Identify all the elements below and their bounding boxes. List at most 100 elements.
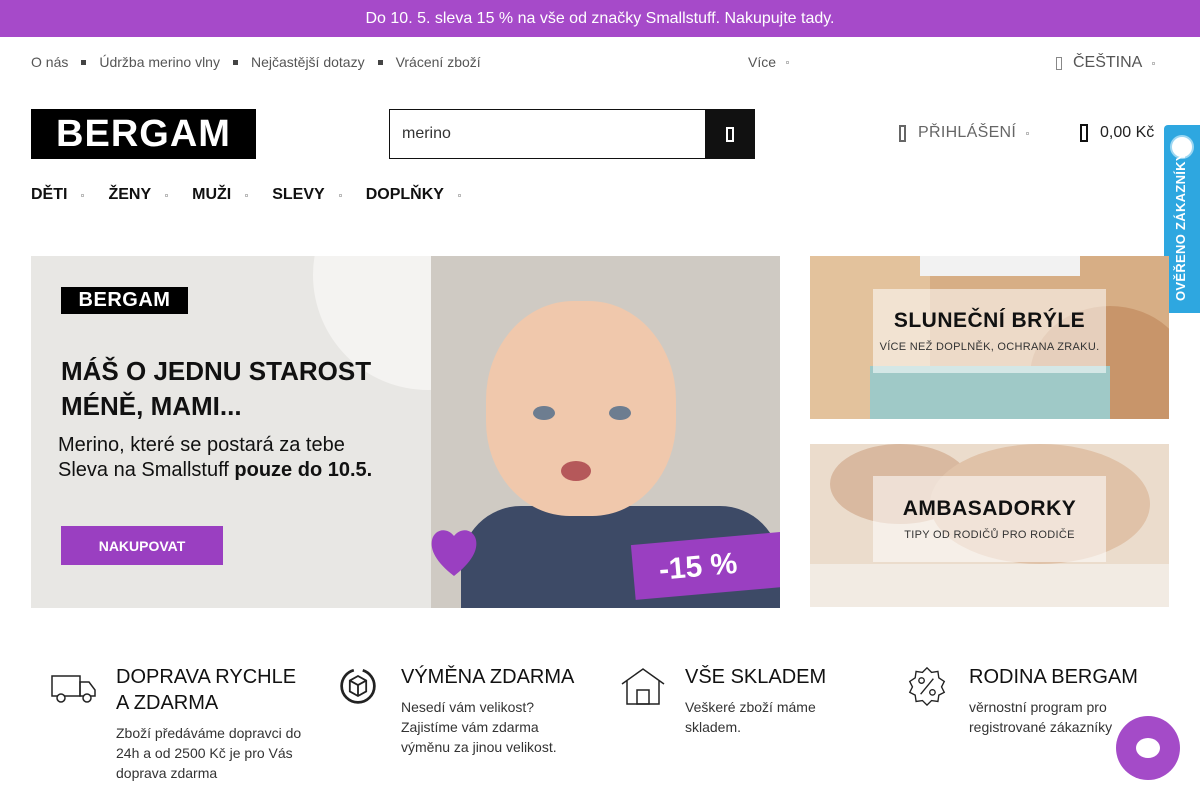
globe-icon [1056,56,1062,70]
feature-desc-line: doprava zdarma [116,765,218,781]
hero-headline: MÁŠ O JEDNU STAROST MÉNĚ, MAMI... [61,354,371,424]
chevron-down-icon [165,193,169,197]
hero-subtext-bold: pouze do 10.5. [234,459,373,481]
link-vraceni-zbozi[interactable]: Vrácení zboží [396,54,481,70]
hero-photo-mouth [561,461,591,481]
warehouse-icon [621,668,665,705]
link-udrzba-merino[interactable]: Údržba merino vlny [99,54,220,70]
chevron-down-icon [457,193,461,197]
feature-title-line: DOPRAVA RYCHLE [116,666,297,688]
hero-brand-text: BERGAM [78,289,171,311]
banner-sunglasses[interactable]: SLUNEČNÍ BRÝLE VÍCE NEŽ DOPLNĚK, OCHRANA… [810,256,1169,419]
banner-label-panel: AMBASADORKY TIPY OD RODIČŮ PRO RODIČE [873,476,1106,562]
more-label: Více [748,54,777,70]
hero-photo-eye [609,406,631,420]
shop-now-button[interactable]: NAKUPOVAT [61,526,223,565]
search-button[interactable] [705,109,755,159]
banner-title: SLUNEČNÍ BRÝLE [893,309,1086,332]
hero-subtext: Merino, které se postará za tebe Sleva n… [58,433,372,483]
cart-total: 0,00 Kč [1100,124,1155,141]
banner-subtitle: VÍCE NEŽ DOPLNĚK, OCHRANA ZRAKU. [879,341,1100,353]
nav-label: SLEVY [272,186,325,203]
feature-title-line: A ZDARMA [116,692,219,714]
feature-title-line: VÝMĚNA ZDARMA [401,666,575,688]
more-menu[interactable]: Více [748,54,790,70]
hero-photo-child [486,301,676,516]
hero-headline-line: MÁŠ O JEDNU STAROST [61,356,372,386]
feature-desc-line: Veškeré zboží máme [685,699,816,715]
nav-label: MUŽI [192,186,232,203]
verified-customers-widget[interactable]: OVĚŘENO ZÁKAZNÍKY [1164,125,1200,313]
hero-brand-logo: BERGAM [61,287,188,314]
discount-text: -15 % [657,546,739,587]
feature-desc-line: 24h a od 2500 Kč je pro Vás [116,745,293,761]
chevron-down-icon [786,60,790,64]
feature-desc: Zboží předáváme dopravci do 24h a od 250… [116,723,321,783]
link-o-nas[interactable]: O nás [31,54,68,70]
chat-bubble-icon [1136,738,1160,758]
feature-title: VŠE SKLADEM [685,664,860,690]
search-icon [726,126,734,142]
feature-desc-line: Zajistíme vám zdarma [401,719,539,735]
login-label: PŘIHLÁŠENÍ [918,124,1017,141]
chevron-down-icon [1026,131,1030,135]
nav-item-slevy[interactable]: SLEVY [272,186,365,204]
user-icon [899,124,906,142]
separator-dot [81,59,87,65]
chevron-down-icon [338,193,342,197]
feature-desc: Nesedí vám velikost? Zajistíme vám zdarm… [401,697,591,757]
feature-desc-line: věrnostní program pro [969,699,1107,715]
truck-icon [51,675,96,703]
banner-ambassadors[interactable]: AMBASADORKY TIPY OD RODIČŮ PRO RODIČE [810,444,1169,607]
feature-desc-line: výměnu za jinou velikost. [401,739,557,755]
language-label: ČEŠTINA [1073,54,1143,71]
hero-headline-line: MÉNĚ, MAMI... [61,391,242,421]
feature-desc-line: Zboží předáváme dopravci do [116,725,302,741]
cart-link[interactable]: 0,00 Kč [1080,124,1154,142]
nav-item-zeny[interactable]: ŽENY [108,186,192,204]
exchange-box-icon [340,668,376,704]
site-logo[interactable]: BERGAM [31,109,256,159]
discount-badge-icon [908,666,946,706]
feature-desc: Veškeré zboží máme skladem. [685,697,860,737]
main-nav: DĚTI ŽENY MUŽI SLEVY DOPLŇKY [31,186,485,204]
chat-button[interactable] [1116,716,1180,780]
feature-title-line: VŠE SKLADEM [685,666,827,688]
shop-now-label: NAKUPOVAT [98,537,186,554]
separator-dot [377,59,383,65]
search-form [389,109,755,159]
nav-item-doplnky[interactable]: DOPLŇKY [366,186,485,204]
chevron-down-icon [245,193,249,197]
search-input[interactable] [389,109,705,159]
nav-item-deti[interactable]: DĚTI [31,186,108,204]
hero-subtext-line: Merino, které se postará za tebe [58,434,345,456]
nav-label: ŽENY [108,186,152,203]
language-selector[interactable]: ČEŠTINA [1056,54,1156,72]
hero-subtext-line: Sleva na Smallstuff pouze do 10.5. [58,458,372,483]
promo-text[interactable]: Do 10. 5. sleva 15 % na vše od značky Sm… [366,10,835,28]
chevron-down-icon [81,193,85,197]
promo-bar[interactable]: Do 10. 5. sleva 15 % na vše od značky Sm… [0,0,1200,37]
nav-label: DĚTI [31,186,68,203]
top-links: O nás Údržba merino vlny Nejčastější dot… [31,54,481,70]
link-faq[interactable]: Nejčastější dotazy [251,54,365,70]
separator-dot [232,59,238,65]
feature-title: RODINA BERGAM [969,664,1154,690]
cart-icon [1080,124,1088,142]
hero-banner[interactable]: BERGAM MÁŠ O JEDNU STAROST MÉNĚ, MAMI...… [31,256,780,608]
login-link[interactable]: PŘIHLÁŠENÍ [899,124,1030,142]
banner-title: AMBASADORKY [902,497,1077,520]
chevron-down-icon [1152,61,1156,65]
top-links-bar: O nás Údržba merino vlny Nejčastější dot… [0,37,1200,87]
hero-subtext-prefix: Sleva na Smallstuff [58,459,235,481]
feature-title: VÝMĚNA ZDARMA [401,664,591,690]
banner-label-panel: SLUNEČNÍ BRÝLE VÍCE NEŽ DOPLNĚK, OCHRANA… [873,289,1106,373]
hero-photo-eye [533,406,555,420]
feature-title: DOPRAVA RYCHLE A ZDARMA [116,664,316,716]
feature-title-line: RODINA BERGAM [969,666,1138,688]
feature-desc-line: Nesedí vám velikost? [401,699,535,715]
verified-label: OVĚŘENO ZÁKAZNÍKY [1173,152,1188,301]
nav-item-muzi[interactable]: MUŽI [192,186,272,204]
banner-subtitle: TIPY OD RODIČŮ PRO RODIČE [904,529,1075,541]
logo-text: BERGAM [56,112,231,155]
